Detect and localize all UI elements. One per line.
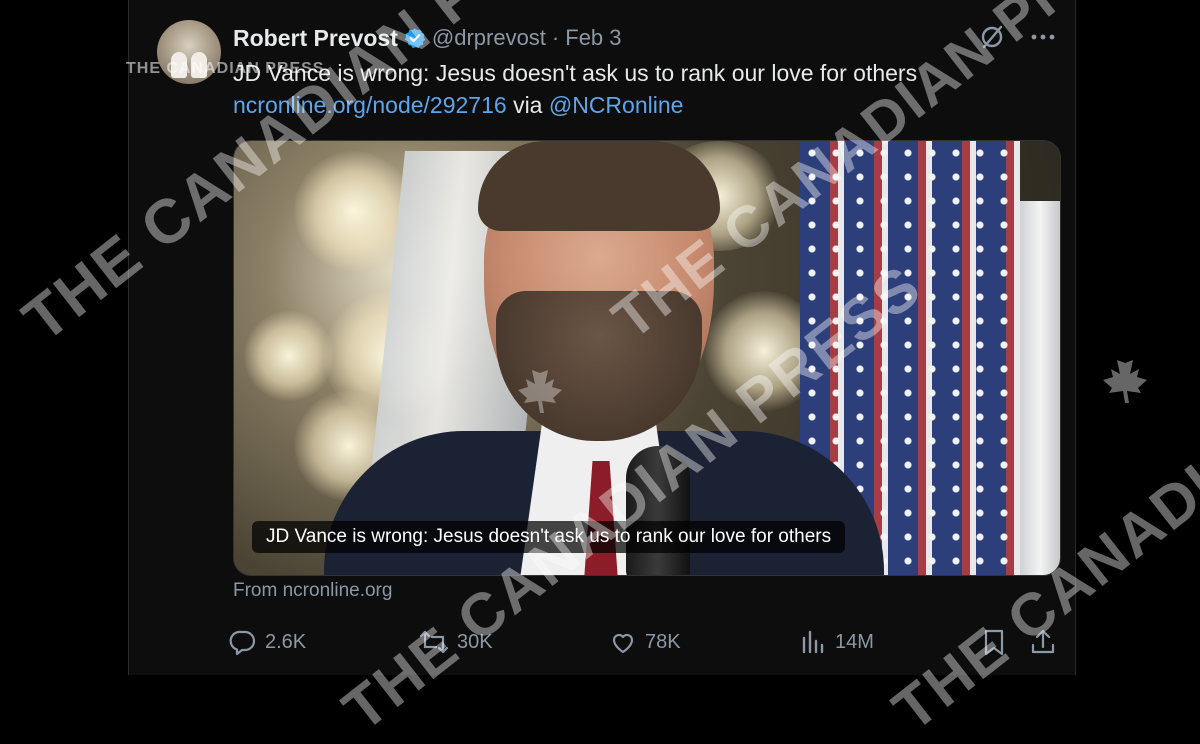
- article-link[interactable]: ncronline.org/node/292716: [233, 92, 507, 118]
- reply-icon: [229, 630, 256, 656]
- mention-link[interactable]: @NCRonline: [549, 92, 684, 118]
- maple-leaf-watermark-icon: [518, 363, 562, 413]
- like-button[interactable]: 78K: [609, 622, 681, 662]
- verified-badge-icon: [404, 28, 426, 49]
- tweet-actions: 2.6K 30K 78K 14M: [229, 622, 1059, 662]
- letterbox-right: [1074, 0, 1200, 675]
- letterbox-left: [0, 0, 128, 675]
- card-source[interactable]: From ncronline.org: [233, 580, 392, 602]
- microphone: [626, 446, 690, 575]
- card-caption: JD Vance is wrong: Jesus doesn't ask us …: [252, 521, 846, 553]
- bokeh-light: [244, 311, 334, 401]
- more-icon[interactable]: [1029, 23, 1057, 51]
- views-icon: [802, 630, 824, 654]
- maple-leaf-watermark-icon: [1103, 353, 1147, 403]
- tweet-card[interactable]: Robert Prevost @drprevost · Feb 3 JD Van…: [128, 0, 1076, 675]
- views-button[interactable]: 14M: [799, 622, 874, 662]
- watermark-small: THE CANADIAN PRESS: [126, 60, 325, 77]
- link-card-image[interactable]: JD Vance is wrong: Jesus doesn't ask us …: [233, 140, 1061, 576]
- speaker-hair: [478, 141, 720, 231]
- grok-slash-icon[interactable]: [977, 22, 1007, 52]
- bookmark-button[interactable]: [981, 622, 1007, 662]
- tweet-text: JD Vance is wrong: Jesus doesn't ask us …: [233, 60, 918, 86]
- tweet-top-actions: [977, 22, 1057, 52]
- share-button[interactable]: [1029, 622, 1057, 662]
- repost-icon: [419, 630, 449, 654]
- views-count: 14M: [835, 630, 874, 653]
- tweet-date[interactable]: Feb 3: [565, 25, 621, 51]
- flag-right: [1020, 201, 1060, 575]
- repost-button[interactable]: 30K: [419, 622, 493, 662]
- repost-count: 30K: [457, 630, 493, 653]
- like-count: 78K: [645, 630, 681, 653]
- separator-dot: ·: [551, 25, 560, 50]
- author-name[interactable]: Robert Prevost: [233, 25, 398, 52]
- like-icon: [612, 633, 634, 654]
- share-icon: [1031, 629, 1055, 654]
- author-handle[interactable]: @drprevost: [432, 25, 546, 51]
- tweet-header: Robert Prevost @drprevost · Feb 3: [233, 22, 622, 54]
- tweet-link-line: ncronline.org/node/292716 via @NCRonline: [233, 92, 683, 119]
- via-text: via: [513, 92, 543, 118]
- bookmark-icon: [984, 629, 1004, 656]
- reply-count: 2.6K: [265, 630, 307, 653]
- reply-button[interactable]: 2.6K: [229, 622, 306, 662]
